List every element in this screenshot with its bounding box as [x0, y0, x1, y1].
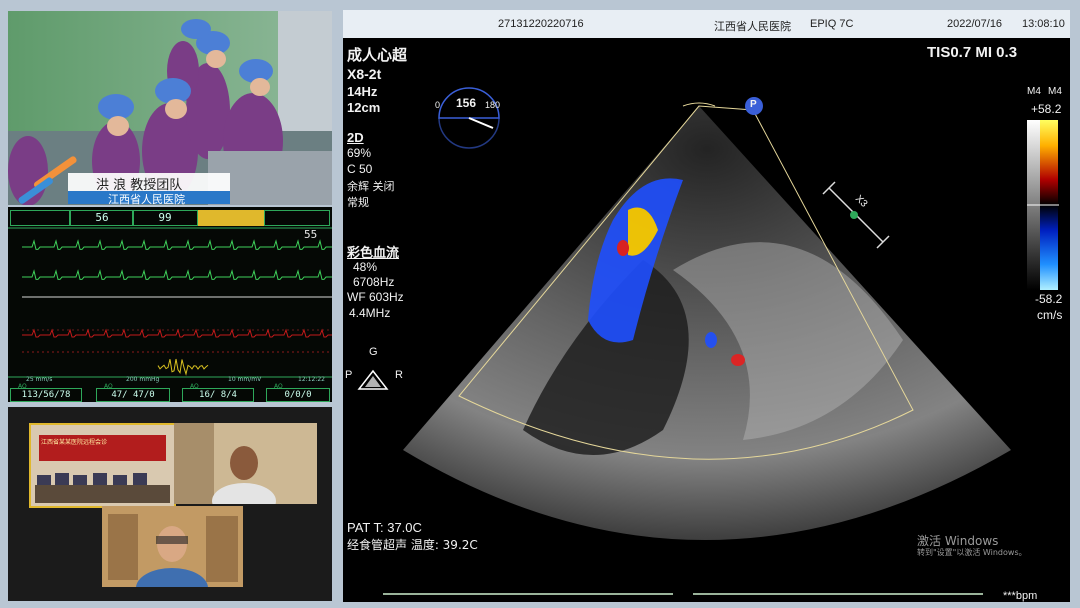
- ecg-waveforms: [8, 227, 332, 378]
- participant-tile-1[interactable]: 江西省某某医院远程会诊: [29, 423, 176, 508]
- ultrasound-image: [357, 87, 1059, 595]
- monitor-bottom-label-1: AO: [18, 383, 27, 390]
- velocity-scale-min: -58.2: [1035, 292, 1063, 306]
- ultrasound-panel: 27131220220716 江西省人民医院 EPIQ 7C 2022/07/1…: [343, 10, 1070, 602]
- angle-value: 156: [456, 96, 477, 110]
- monitor-bottom-2: 47/ 47/0: [96, 388, 170, 402]
- mode-title: 成人心超: [347, 46, 408, 64]
- color-frequency: 4.4MHz: [349, 306, 391, 320]
- video-conference-panel: 江西省某某医院远程会诊: [8, 407, 332, 601]
- participant-tile-2[interactable]: [174, 423, 317, 504]
- monitor-bottom-1: 113/56/78: [10, 388, 82, 402]
- windows-watermark-subtitle: 转到"设置"以激活 Windows。: [917, 548, 1027, 557]
- monitor-bottom-label-3: AO: [190, 383, 199, 390]
- color-prf: 6708Hz: [353, 275, 395, 289]
- frame-rate: 14Hz: [347, 84, 378, 99]
- patient-monitor-panel: 56 99 55 25 mm/s 200 mmHg 10 mm/mV 12:12…: [8, 207, 332, 402]
- monitor-bottom-label-2: AO: [104, 383, 113, 390]
- velocity-scale-max: +58.2: [1031, 102, 1062, 116]
- surgery-video-panel: 洪 浪 教授团队 江西省人民医院: [8, 11, 332, 205]
- param-2d-c: C 50: [347, 162, 373, 176]
- monitor-scale-mid: 200 mmHg: [126, 376, 160, 383]
- scale-label-right: M4: [1048, 86, 1062, 97]
- orientation-p: P: [345, 369, 353, 381]
- echo-sector: [403, 106, 1011, 540]
- patient-temperature: PAT T: 37.0C: [347, 520, 422, 535]
- depth: 12cm: [347, 100, 381, 115]
- monitor-scale-right: 10 mm/mV: [228, 376, 262, 383]
- probe-name: X8-2t: [347, 66, 382, 82]
- monitor-time: 12:12:22: [298, 376, 325, 383]
- surgery-hospital-name: 江西省人民医院: [108, 193, 185, 205]
- participant-3-video: [102, 506, 243, 587]
- tee-temperature: 经食管超声 温度: 39.2C: [347, 538, 478, 552]
- participant-2-video: [174, 423, 317, 504]
- bpm-readout: ***bpm: [1003, 590, 1038, 602]
- probe-marker-p: P: [750, 99, 757, 110]
- angle-max: 180: [485, 100, 501, 110]
- tis-mi: TIS0.7 MI 0.3: [927, 44, 1018, 61]
- color-flow-title: 彩色血流: [347, 246, 400, 261]
- scale-label-left: M4: [1027, 86, 1041, 97]
- param-2d-mode: 常规: [347, 196, 369, 209]
- monitor-bottom-label-4: AO: [274, 383, 283, 390]
- tile-1-caption: 江西省某某医院远程会诊: [41, 439, 108, 446]
- color-gain: 48%: [353, 260, 378, 274]
- monitor-bottom-4: 0/0/0: [266, 388, 330, 402]
- monitor-scale-left: 25 mm/s: [26, 376, 53, 383]
- participant-tile-3[interactable]: [102, 506, 243, 587]
- param-2d-title: 2D: [347, 130, 364, 145]
- param-2d-persistence: 余辉 关闭: [347, 180, 395, 193]
- orientation-r: R: [395, 369, 403, 381]
- orientation-g: G: [369, 346, 378, 358]
- color-wall-filter: WF 603Hz: [347, 290, 404, 304]
- angle-min: 0: [435, 100, 441, 110]
- velocity-scale-unit: cm/s: [1037, 308, 1063, 322]
- monitor-bottom-3: 16/ 8/4: [182, 388, 254, 402]
- param-2d-gain: 69%: [347, 146, 372, 160]
